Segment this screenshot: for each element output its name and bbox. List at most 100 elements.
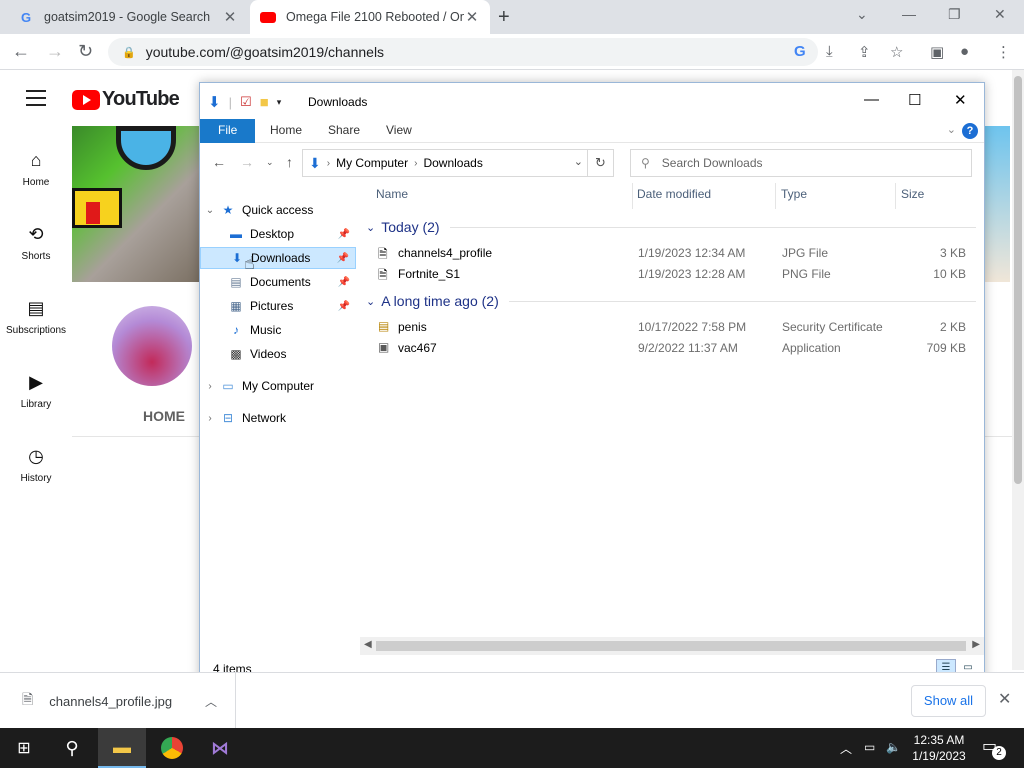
nav-network[interactable]: › ⊟ Network: [200, 407, 356, 429]
breadcrumb-my-computer[interactable]: My Computer: [336, 156, 408, 170]
notification-center-icon[interactable]: ▭ 2: [982, 736, 1008, 760]
expand-icon[interactable]: ›: [200, 413, 220, 424]
explorer-close-button[interactable]: ✕: [954, 91, 967, 109]
collapse-group-icon[interactable]: ⌄: [366, 295, 375, 308]
youtube-logo[interactable]: YouTube: [72, 88, 180, 111]
explorer-maximize-button[interactable]: ☐: [908, 91, 921, 109]
start-button[interactable]: ⊞: [0, 728, 48, 768]
nav-music[interactable]: ♪ Music: [200, 319, 356, 341]
new-folder-icon[interactable]: ■: [260, 94, 269, 111]
column-header-name[interactable]: Name: [376, 187, 408, 201]
page-scrollbar[interactable]: [1012, 70, 1024, 670]
taskbar-visual-studio[interactable]: ⋈: [196, 728, 244, 768]
breadcrumb-downloads[interactable]: Downloads: [423, 156, 482, 170]
install-icon[interactable]: ⤓: [826, 43, 833, 60]
library-icon: ▶: [29, 372, 43, 392]
side-panel-icon[interactable]: ▣: [930, 43, 944, 61]
up-button[interactable]: ↑: [286, 154, 293, 170]
ribbon-tab-file[interactable]: File: [200, 119, 256, 143]
file-row[interactable]: ▤ penis 10/17/2022 7:58 PM Security Cert…: [376, 317, 976, 337]
explorer-forward-button[interactable]: →: [240, 154, 254, 170]
volume-icon[interactable]: 🔈: [886, 740, 901, 754]
help-icon[interactable]: ?: [962, 123, 978, 139]
file-row[interactable]: 🗎 channels4_profile 1/19/2023 12:34 AM J…: [376, 243, 976, 263]
show-all-button[interactable]: Show all: [911, 685, 986, 717]
close-tab-icon[interactable]: ✕: [464, 8, 480, 26]
channel-tab-home[interactable]: HOME: [143, 408, 185, 424]
column-divider[interactable]: [895, 183, 896, 209]
group-header-today[interactable]: ⌄ Today (2): [366, 219, 976, 235]
collapse-group-icon[interactable]: ⌄: [366, 221, 375, 234]
column-header-type[interactable]: Type: [781, 187, 807, 201]
ribbon-tab-share[interactable]: Share: [314, 119, 374, 143]
ribbon-tab-view[interactable]: View: [372, 119, 426, 143]
nav-my-computer[interactable]: › ▭ My Computer: [200, 375, 356, 397]
collapse-icon[interactable]: ⌄: [200, 205, 220, 216]
bookmark-star-icon[interactable]: ☆: [890, 43, 903, 61]
reload-button[interactable]: ↻: [78, 41, 93, 62]
customize-qat-icon[interactable]: ▾: [277, 97, 282, 108]
hamburger-menu-icon[interactable]: [26, 90, 46, 111]
profile-avatar-icon[interactable]: ●: [960, 43, 969, 60]
file-row[interactable]: 🗎 Fortnite_S1 1/19/2023 12:28 AM PNG Fil…: [376, 264, 976, 284]
explorer-back-button[interactable]: ←: [212, 154, 226, 170]
nav-downloads[interactable]: ⬇ Downloads 📌: [200, 247, 356, 269]
yt-sidebar-history[interactable]: ◷ History: [0, 446, 72, 484]
properties-icon[interactable]: ☑: [240, 94, 252, 110]
column-header-date[interactable]: Date modified: [637, 187, 711, 201]
browser-tab-youtube[interactable]: Omega File 2100 Rebooted / Om ✕: [250, 0, 490, 34]
channel-avatar[interactable]: [112, 306, 192, 386]
column-divider[interactable]: [632, 183, 633, 209]
yt-sidebar-shorts[interactable]: ⟲ Shorts: [0, 224, 72, 262]
download-item[interactable]: 🗎 channels4_profile.jpg ︿: [0, 673, 236, 729]
explorer-address-bar[interactable]: ⬇ › My Computer › Downloads ⌄ ↻: [302, 149, 614, 177]
network-tray-icon[interactable]: ▭: [864, 740, 875, 754]
minimize-button[interactable]: —: [902, 6, 916, 22]
taskbar-file-explorer[interactable]: ▬: [98, 728, 146, 768]
restore-button[interactable]: ❐: [948, 6, 961, 23]
yt-sidebar-subscriptions[interactable]: ▤ Subscriptions: [0, 298, 72, 336]
nav-documents[interactable]: ▤ Documents 📌: [200, 271, 356, 293]
expand-icon[interactable]: ›: [200, 381, 220, 392]
ribbon-tab-home[interactable]: Home: [256, 119, 316, 143]
chevron-up-icon[interactable]: ︿: [205, 693, 217, 710]
recent-locations-icon[interactable]: ⌄: [266, 157, 274, 168]
youtube-play-icon: [72, 89, 100, 110]
tab-search-icon[interactable]: ⌄: [856, 6, 868, 23]
close-tab-icon[interactable]: ✕: [222, 8, 238, 26]
system-clock[interactable]: 12:35 AM 1/19/2023: [904, 732, 974, 764]
share-icon[interactable]: ⇪: [858, 43, 871, 61]
documents-icon: ▤: [230, 275, 242, 289]
explorer-minimize-button[interactable]: —: [864, 91, 879, 108]
column-header-size[interactable]: Size: [901, 187, 924, 201]
group-header-long-ago[interactable]: ⌄ A long time ago (2): [366, 293, 976, 309]
back-button[interactable]: ←: [12, 41, 30, 62]
scrollbar-thumb[interactable]: [376, 641, 966, 651]
forward-button[interactable]: →: [46, 41, 64, 62]
nav-pictures[interactable]: ▦ Pictures 📌: [200, 295, 356, 317]
scroll-right-icon[interactable]: ▶: [972, 639, 980, 650]
scroll-left-icon[interactable]: ◀: [364, 639, 372, 650]
search-downloads-input[interactable]: ⚲ Search Downloads: [630, 149, 972, 177]
browser-tab-google[interactable]: G goatsim2019 - Google Search ✕: [8, 0, 248, 34]
refresh-icon[interactable]: ↻: [587, 150, 613, 176]
yt-sidebar-library[interactable]: ▶ Library: [0, 372, 72, 410]
yt-sidebar-home[interactable]: ⌂ Home: [0, 150, 72, 188]
nav-quick-access[interactable]: ⌄ ★ Quick access: [200, 199, 356, 221]
close-window-button[interactable]: ✕: [994, 6, 1006, 23]
close-downloads-bar-icon[interactable]: ✕: [998, 689, 1011, 709]
address-bar[interactable]: 🔒 youtube.com/@goatsim2019/channels: [108, 38, 818, 66]
show-hidden-icons[interactable]: ︿: [840, 740, 852, 757]
google-lens-icon[interactable]: G: [794, 43, 806, 60]
nav-videos[interactable]: ▩ Videos: [200, 343, 356, 365]
taskbar-chrome[interactable]: [148, 728, 196, 768]
menu-kebab-icon[interactable]: ⋮: [996, 43, 1011, 61]
nav-desktop[interactable]: ▬ Desktop 📌: [200, 223, 356, 245]
file-row[interactable]: ▣ vac467 9/2/2022 11:37 AM Application 7…: [376, 338, 976, 358]
address-dropdown-icon[interactable]: ⌄: [574, 155, 583, 168]
horizontal-scrollbar[interactable]: ◀ ▶: [360, 637, 984, 655]
new-tab-button[interactable]: +: [498, 6, 510, 29]
expand-ribbon-icon[interactable]: ⌄: [947, 123, 956, 136]
column-divider[interactable]: [775, 183, 776, 209]
search-button[interactable]: ⚲: [48, 728, 96, 768]
